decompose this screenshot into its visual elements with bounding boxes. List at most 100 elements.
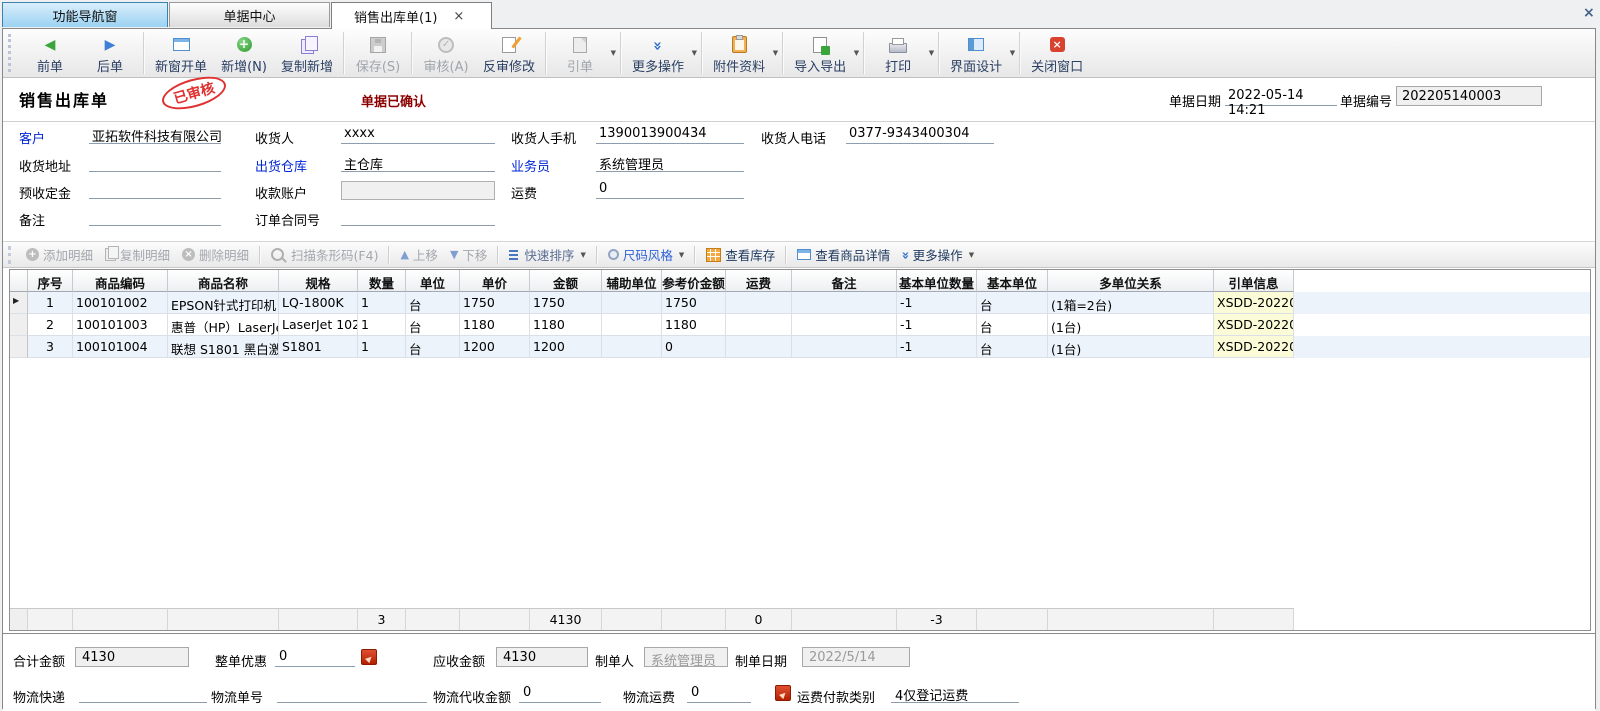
col-header-freight[interactable]: 运费 <box>726 270 792 292</box>
audit-button[interactable]: ✓ 审核(A) <box>416 29 476 78</box>
import-export-button[interactable]: 导入导出 ▼ <box>787 29 860 78</box>
salesman-field[interactable]: 系统管理员 <box>596 154 744 172</box>
warehouse-field[interactable]: 主仓库 <box>341 154 495 172</box>
receiver-field[interactable]: xxxx <box>341 126 495 144</box>
logistics-freight-field[interactable]: 0 <box>687 685 751 703</box>
col-header-code[interactable]: 商品编码 <box>73 270 168 292</box>
view-product-detail-button[interactable]: 查看商品详情 <box>791 242 896 267</box>
col-header-seq[interactable]: 序号 <box>28 270 73 292</box>
dropdown-caret-icon[interactable]: ▼ <box>1010 49 1015 57</box>
more-actions-button[interactable]: » 更多操作 ▼ <box>625 29 698 78</box>
save-button[interactable]: 保存(S) <box>348 29 408 78</box>
doc-date-field[interactable]: 2022-05-14 14:21 <box>1225 88 1337 106</box>
discount-field[interactable]: 0 <box>275 649 355 667</box>
col-header-base_qty[interactable]: 基本单位数量 <box>897 270 977 292</box>
col-header-name[interactable]: 商品名称 <box>168 270 279 292</box>
receiver-phone-field[interactable]: 0377-9343400304 <box>846 126 994 144</box>
add-new-button[interactable]: + 新增(N) <box>214 29 274 78</box>
receiver-mobile-label: 收货人手机 <box>511 128 576 147</box>
prev-doc-button[interactable]: ◀ 前单 <box>20 29 80 78</box>
print-button[interactable]: 打印 ▼ <box>868 29 935 78</box>
col-header-multi_unit[interactable]: 多单位关系 <box>1048 270 1214 292</box>
dropdown-caret-icon[interactable]: ▼ <box>969 251 974 259</box>
ref-doc-page-icon <box>573 35 587 55</box>
tab-sales-outbound[interactable]: 销售出库单(1) × <box>331 2 492 29</box>
cell-freight <box>726 292 792 314</box>
row-selector[interactable]: ▶ <box>10 292 28 314</box>
doc-no-field[interactable]: 202205140003 <box>1396 86 1542 106</box>
scan-barcode-button[interactable]: 扫描条形码(F4) <box>265 242 384 267</box>
delete-detail-button[interactable]: × 删除明细 <box>176 242 255 267</box>
toolbar-grip[interactable] <box>8 34 14 72</box>
logistics-express-field[interactable] <box>79 685 207 703</box>
table-row[interactable]: 3100101004联想 S1801 黑白激光打印S18011台12001200… <box>10 336 1590 358</box>
quick-sort-button[interactable]: 快速排序 ▼ <box>503 242 591 267</box>
grid-summary-row: 341300-3 <box>10 608 1294 630</box>
col-header-qty[interactable]: 数量 <box>358 270 406 292</box>
cell-base_qty: -1 <box>897 336 977 358</box>
row-selector[interactable] <box>10 336 28 358</box>
copy-detail-button[interactable]: 复制明细 <box>99 242 176 267</box>
dropdown-caret-icon[interactable]: ▼ <box>692 49 697 57</box>
discount-edit-button[interactable]: ▶ <box>361 649 377 665</box>
grid-more-actions-button[interactable]: » 更多操作 ▼ <box>896 242 980 267</box>
row-selector[interactable] <box>10 314 28 336</box>
close-window-button[interactable]: × 关闭窗口 <box>1024 29 1090 78</box>
receiver-mobile-field[interactable]: 1390013900434 <box>596 126 744 144</box>
ui-design-button[interactable]: 界面设计 ▼ <box>943 29 1016 78</box>
copy-new-button[interactable]: 复制新增 <box>274 29 340 78</box>
col-header-ref_amount[interactable]: 参考价金额 <box>662 270 726 292</box>
logistics-no-field[interactable] <box>277 685 427 703</box>
table-row[interactable]: 2100101003惠普（HP）LaserJet 1020LaserJet 10… <box>10 314 1590 336</box>
account-field[interactable] <box>341 181 495 200</box>
move-down-button[interactable]: ▼ 下移 <box>444 242 493 267</box>
col-header-unit[interactable]: 单位 <box>406 270 460 292</box>
view-stock-button[interactable]: 查看库存 <box>700 242 781 267</box>
col-header-price[interactable]: 单价 <box>460 270 530 292</box>
dropdown-caret-icon[interactable]: ▼ <box>773 49 778 57</box>
tab-doc-center-label: 单据中心 <box>223 6 275 25</box>
freight-pay-type-field[interactable]: 4仅登记运费 <box>891 685 1019 703</box>
deposit-field[interactable] <box>89 181 221 199</box>
cell-base_unit: 台 <box>977 292 1048 314</box>
attachments-button[interactable]: 附件资料 ▼ <box>706 29 779 78</box>
toolbar-separator <box>143 32 145 74</box>
page-title: 销售出库单 <box>19 87 109 111</box>
tabbar-close-icon[interactable]: × <box>1583 6 1595 20</box>
col-header-remark[interactable]: 备注 <box>792 270 897 292</box>
remark-field[interactable] <box>89 208 221 226</box>
next-doc-button[interactable]: ▶ 后单 <box>80 29 140 78</box>
dropdown-caret-icon[interactable]: ▼ <box>929 49 934 57</box>
ref-doc-button[interactable]: 引单 ▼ <box>550 29 617 78</box>
col-header-amount[interactable]: 金额 <box>530 270 602 292</box>
warehouse-label: 出货仓库 <box>255 156 307 175</box>
add-detail-button[interactable]: + 添加明细 <box>20 242 99 267</box>
summary-remark <box>792 608 897 630</box>
contract-no-field[interactable] <box>341 208 495 226</box>
red-arrow-icon: ▶ <box>362 652 376 666</box>
cell-freight <box>726 314 792 336</box>
ship-address-field[interactable] <box>89 154 221 172</box>
table-row[interactable]: ▶1100101002EPSON针式打印机LQ-1800K1台175017501… <box>10 292 1590 314</box>
size-style-button[interactable]: 尺码风格 ▼ <box>602 242 690 267</box>
move-up-button[interactable]: ▲ 上移 <box>394 242 443 267</box>
dropdown-caret-icon[interactable]: ▼ <box>580 251 585 259</box>
customer-field[interactable]: 亚拓软件科技有限公司 <box>89 126 221 144</box>
grid-toolbar-grip[interactable] <box>8 246 14 264</box>
dropdown-caret-icon[interactable]: ▼ <box>679 251 684 259</box>
col-header-ref_doc[interactable]: 引单信息 <box>1214 270 1294 292</box>
tab-doc-center[interactable]: 单据中心 <box>169 2 330 27</box>
dropdown-caret-icon[interactable]: ▼ <box>611 49 616 57</box>
new-window-icon <box>173 35 190 55</box>
logistics-freight-edit-button[interactable]: ▶ <box>775 685 791 701</box>
col-header-aux_unit[interactable]: 辅助单位 <box>602 270 662 292</box>
new-window-doc-button[interactable]: 新窗开单 <box>148 29 214 78</box>
unaudit-modify-button[interactable]: 反审修改 <box>476 29 542 78</box>
freight-field[interactable]: 0 <box>596 181 744 199</box>
col-header-base_unit[interactable]: 基本单位 <box>977 270 1048 292</box>
dropdown-caret-icon[interactable]: ▼ <box>854 49 859 57</box>
tab-function-nav[interactable]: 功能导航窗 <box>2 2 168 27</box>
col-header-spec[interactable]: 规格 <box>279 270 358 292</box>
cod-amount-field[interactable]: 0 <box>519 685 601 703</box>
tab-close-icon[interactable]: × <box>453 10 464 23</box>
